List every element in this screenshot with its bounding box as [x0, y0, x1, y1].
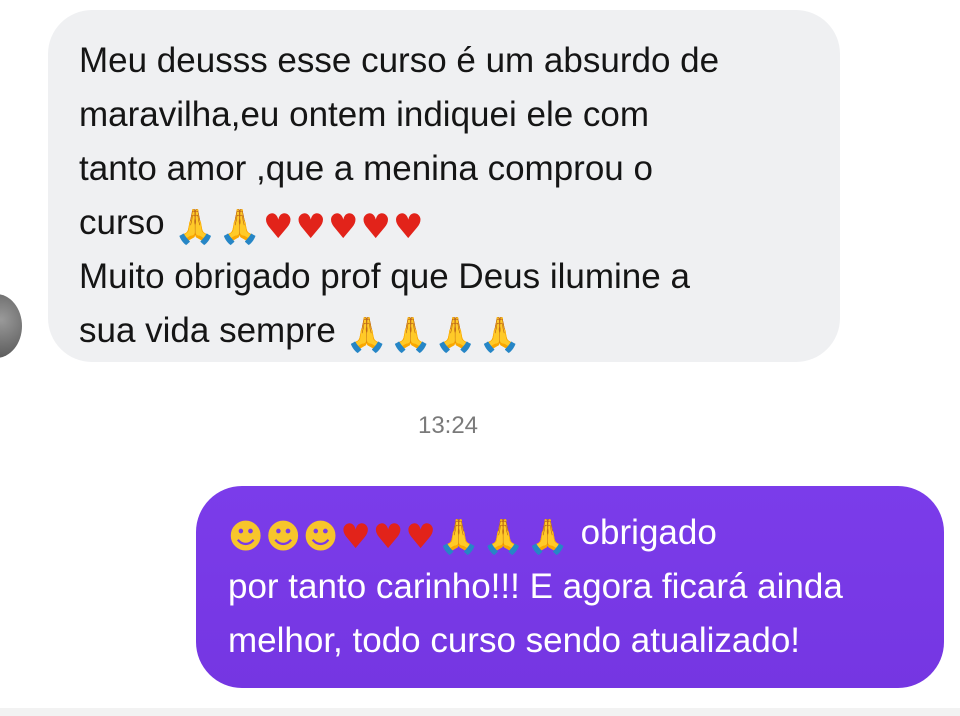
heart-emoji-icon: ♥ — [405, 517, 436, 557]
pray-emoji-icon: 🙏 — [482, 517, 525, 557]
message-text-line: por tanto carinho!!! E agora ficará aind… — [228, 567, 843, 606]
heart-emoji-icon: ♥ — [295, 207, 326, 247]
emoji-group: ☻☻☻♥♥♥🙏🙏🙏 — [228, 513, 571, 557]
heart-eyes-emoji-icon: ☻ — [228, 517, 264, 557]
pray-emoji-icon: 🙏 — [437, 517, 481, 557]
message-text-line: Meu deusss esse curso é um absurdo de — [79, 41, 720, 80]
pray-emoji-icon: 🙏 — [526, 517, 569, 557]
incoming-message-bubble[interactable]: Meu deusss esse curso é um absurdo de ma… — [48, 10, 840, 362]
pray-emoji-icon: 🙏 — [174, 207, 217, 247]
message-timestamp: 13:24 — [417, 412, 479, 439]
message-text-line-with-emojis: curso 🙏🙏♥♥♥♥♥ — [79, 196, 820, 250]
heart-emoji-icon: ♥ — [392, 207, 424, 247]
message-text: obrigado — [580, 513, 717, 552]
composer-edge — [0, 708, 960, 716]
message-text-line: Muito obrigado prof que Deus ilumine a — [79, 257, 690, 296]
message-text-line: maravilha,eu ontem indiquei ele com — [79, 95, 650, 134]
message-text-line: melhor, todo curso sendo atualizado! — [228, 621, 801, 660]
message-text: sua vida sempre — [79, 311, 336, 350]
outgoing-message-bubble[interactable]: ☻☻☻♥♥♥🙏🙏🙏 obrigado por tanto carinho!!! … — [196, 486, 944, 688]
message-text-line-with-emojis: sua vida sempre 🙏🙏🙏🙏 — [79, 304, 820, 358]
heart-emoji-icon: ♥ — [372, 517, 404, 557]
pray-emoji-icon: 🙏 — [218, 207, 262, 247]
pray-emoji-icon: 🙏 — [434, 315, 477, 355]
contact-avatar[interactable] — [0, 294, 22, 358]
emoji-group: 🙏🙏♥♥♥♥♥ — [174, 203, 425, 247]
pray-emoji-icon: 🙏 — [345, 315, 388, 355]
heart-emoji-icon: ♥ — [340, 517, 371, 557]
pray-emoji-icon: 🙏 — [389, 315, 433, 355]
heart-emoji-icon: ♥ — [327, 207, 359, 247]
message-text: curso — [79, 203, 165, 242]
message-text-line: tanto amor ,que a menina comprou o — [79, 149, 653, 188]
pray-emoji-icon: 🙏 — [478, 315, 521, 355]
emoji-group: 🙏🙏🙏🙏 — [345, 311, 523, 355]
heart-emoji-icon: ♥ — [360, 207, 391, 247]
heart-eyes-emoji-icon: ☻ — [265, 517, 301, 557]
heart-eyes-emoji-icon: ☻ — [302, 517, 339, 557]
heart-emoji-icon: ♥ — [263, 207, 294, 247]
message-text-line-with-emojis: ☻☻☻♥♥♥🙏🙏🙏 obrigado — [228, 506, 924, 560]
